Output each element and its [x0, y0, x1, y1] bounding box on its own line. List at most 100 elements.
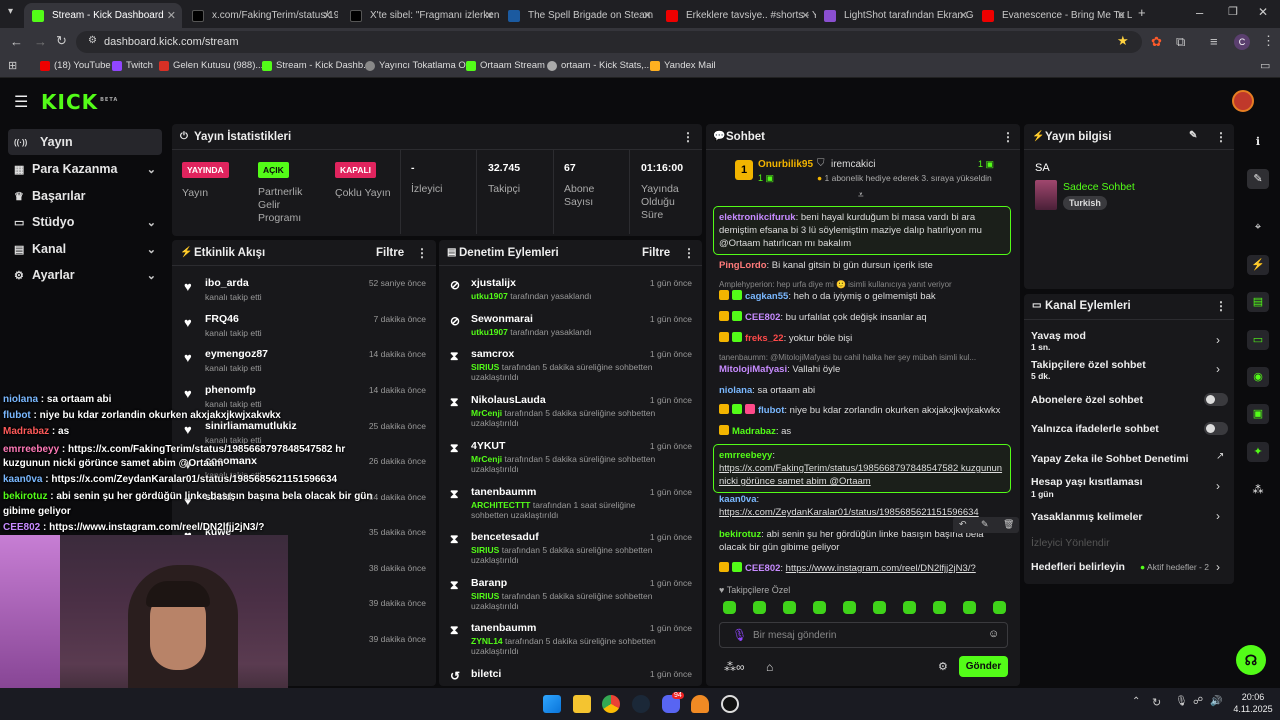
chat-message[interactable]: flubot: niye bu kdar zorlandin okurken a… — [719, 404, 1011, 417]
chevron-right-icon[interactable]: › — [1216, 509, 1220, 523]
close-icon[interactable]: ✕ — [167, 9, 176, 22]
extensions-puzzle-icon[interactable]: ⧉ — [1176, 34, 1185, 50]
language-tag[interactable]: Turkish — [1063, 196, 1107, 210]
chat-text[interactable]: https://www.instagram.com/reel/DN2lfjj2j… — [786, 563, 976, 574]
more-options-icon[interactable]: ⋮ — [416, 246, 428, 260]
back-icon[interactable]: ← — [10, 34, 23, 49]
sidebar-item-kanal[interactable]: ▤ Kanal ⌄ — [8, 236, 162, 262]
event-username[interactable]: sinirliamamutlukiz — [205, 420, 297, 432]
chat-message[interactable]: elektronikcifuruk: beni hayal kurduğum b… — [713, 206, 1011, 255]
apps-icon[interactable]: ⁂ — [1247, 480, 1269, 500]
network-icon[interactable]: ↻ — [1152, 696, 1161, 709]
banned-words-label[interactable]: Yasaklanmış kelimeler — [1031, 511, 1143, 523]
moderator-name[interactable]: SIRIUS — [471, 591, 499, 601]
moderated-username[interactable]: 4YKUT — [471, 440, 505, 452]
chat-settings-icon[interactable]: ⚙ — [938, 660, 948, 673]
close-icon[interactable]: ✕ — [323, 9, 332, 22]
chat-username[interactable]: Madrabaz — [732, 426, 776, 437]
sidebar-item-studyo[interactable]: ▭ Stüdyo ⌄ — [8, 209, 162, 235]
moderated-username[interactable]: tanenbaumm — [471, 486, 536, 498]
chat-username[interactable]: kaan0va — [719, 494, 757, 505]
slow-mode-label[interactable]: Yavaş mod — [1031, 330, 1086, 342]
moderated-username[interactable]: tanenbaumm — [471, 622, 536, 634]
gift-leaderboard[interactable]: 1 Onurbilik95 1 ▣ ⛉ iremcakici 1 ▣ ● 1 a… — [706, 152, 1020, 201]
moderated-username[interactable]: xjustalijx — [471, 277, 516, 289]
wifi-icon[interactable]: ☍ — [1193, 696, 1203, 707]
reload-icon[interactable]: ↻ — [56, 33, 67, 49]
bookmark-kick-stats[interactable]: ortaam - Kick Stats,... — [547, 60, 652, 71]
close-icon[interactable]: ✕ — [959, 9, 968, 22]
capture-icon[interactable]: ⌖ — [1247, 217, 1269, 237]
address-input[interactable]: dashboard.kick.com/stream — [76, 31, 1142, 53]
ai-moderation-label[interactable]: Yapay Zeka ile Sohbet Denetimi — [1031, 453, 1189, 465]
volume-icon[interactable]: 🔊 — [1210, 696, 1222, 707]
sidebar-item-ayarlar[interactable]: ⚙ Ayarlar ⌄ — [8, 262, 162, 288]
restore-icon[interactable]: ❐ — [1228, 5, 1238, 18]
microphone-tray-icon[interactable]: 🎙 — [1175, 696, 1188, 707]
chevron-right-icon[interactable]: › — [1216, 479, 1220, 493]
delete-icon[interactable]: 🗑 — [1003, 519, 1014, 530]
chat-username[interactable]: bekirotuz — [719, 529, 761, 540]
tab-x-sibel[interactable]: X'te sibel: "Fragmanı izlerken g ✕ — [342, 3, 500, 28]
chat-message[interactable]: kaan0va: https://x.com/ZeydanKaralar01/s… — [719, 493, 1011, 519]
filter-button[interactable]: Filtre — [642, 247, 670, 259]
chat-username[interactable]: CEE802 — [745, 312, 780, 323]
event-username[interactable]: phenomfp — [205, 384, 256, 396]
cloud-app-icon[interactable] — [691, 695, 709, 713]
followers-only-chat-label[interactable]: Takipçilere özel sohbet — [1031, 359, 1146, 371]
chat-message[interactable]: PingLordo: Bi kanal gitsin bi gün dursun… — [719, 259, 1011, 272]
notes-icon[interactable]: ▤ — [1247, 292, 1269, 312]
emote-icon[interactable] — [993, 601, 1006, 614]
external-link-icon[interactable]: ↗ — [1216, 451, 1224, 462]
tab-x-status[interactable]: x.com/FakingTerim/status/1985 ✕ — [184, 3, 338, 28]
collapse-chevron-icon[interactable]: ⩡ — [858, 190, 864, 201]
reply-icon[interactable]: ↶ — [959, 519, 967, 530]
moderator-name[interactable]: SIRIUS — [471, 545, 499, 555]
info-icon[interactable]: ℹ — [1247, 132, 1269, 152]
chat-message[interactable]: Madrabaz: as — [719, 425, 1011, 438]
moderator-name[interactable]: utku1907 — [471, 327, 508, 337]
more-options-icon[interactable]: ⋮ — [683, 246, 695, 260]
chat-username[interactable]: flubot — [758, 405, 784, 416]
tab-evanescence[interactable]: Evanescence - Bring Me To Life ✕ — [974, 3, 1132, 28]
moderator-name[interactable]: MrCenji — [471, 454, 502, 464]
chat-username[interactable]: PingLordo — [719, 260, 767, 271]
obs-icon[interactable] — [721, 695, 739, 713]
edit-icon[interactable]: ✎ — [1189, 130, 1197, 141]
extension-icon[interactable]: ✿ — [1151, 34, 1162, 50]
more-options-icon[interactable]: ⋮ — [1215, 130, 1227, 144]
emote-icon[interactable] — [963, 601, 976, 614]
filter-button[interactable]: Filtre — [376, 247, 404, 259]
chat-message[interactable]: emrreebeyy: https://x.com/FakingTerim/st… — [713, 444, 1011, 493]
file-explorer-icon[interactable] — [573, 695, 591, 713]
windows-start-icon[interactable] — [543, 695, 561, 713]
emote-icon[interactable] — [783, 601, 796, 614]
tray-chevron-icon[interactable]: ⌃ — [1132, 696, 1140, 707]
moderator-name[interactable]: ZYNL14 — [471, 636, 503, 646]
emote-icon[interactable] — [843, 601, 856, 614]
bookmark-twitch[interactable]: Twitch — [112, 60, 153, 71]
more-options-icon[interactable]: ⋮ — [1215, 299, 1227, 313]
broadcast-icon[interactable]: ◉ — [1247, 367, 1269, 387]
sidebar-item-yayin[interactable]: ((·)) Yayın — [8, 129, 162, 155]
bookmark-kick-dashboard[interactable]: Stream - Kick Dashb... — [262, 60, 371, 71]
subs-only-toggle[interactable] — [1204, 393, 1228, 406]
emote-icon[interactable] — [753, 601, 766, 614]
chat-bubble-icon[interactable]: ▭ — [1247, 330, 1269, 350]
category-name[interactable]: Sadece Sohbet — [1063, 181, 1135, 193]
chevron-right-icon[interactable]: › — [1216, 362, 1220, 376]
apps-grid-icon[interactable]: ⊞ — [8, 59, 17, 72]
close-icon[interactable]: ✕ — [801, 9, 810, 22]
chat-text[interactable]: https://x.com/FakingTerim/status/1985668… — [719, 463, 1002, 487]
chat-message[interactable]: niolana: sa ortaam abi — [719, 384, 1011, 397]
tab-steam[interactable]: The Spell Brigade on Steam ✕ — [500, 3, 658, 28]
site-info-icon[interactable]: ⚙ — [88, 35, 97, 46]
chevron-right-icon[interactable]: › — [1216, 560, 1220, 574]
microphone-icon[interactable]: 🎙 — [732, 628, 747, 642]
clock-time[interactable]: 20:06 — [1232, 692, 1274, 702]
moderated-username[interactable]: NikolausLauda — [471, 394, 546, 406]
all-bookmarks-icon[interactable]: ▭ — [1260, 59, 1270, 72]
support-chat-button[interactable]: ☊ — [1236, 645, 1266, 675]
moderator-name[interactable]: utku1907 — [471, 291, 508, 301]
account-age-label[interactable]: Hesap yaşı kısıtlaması — [1031, 476, 1143, 488]
